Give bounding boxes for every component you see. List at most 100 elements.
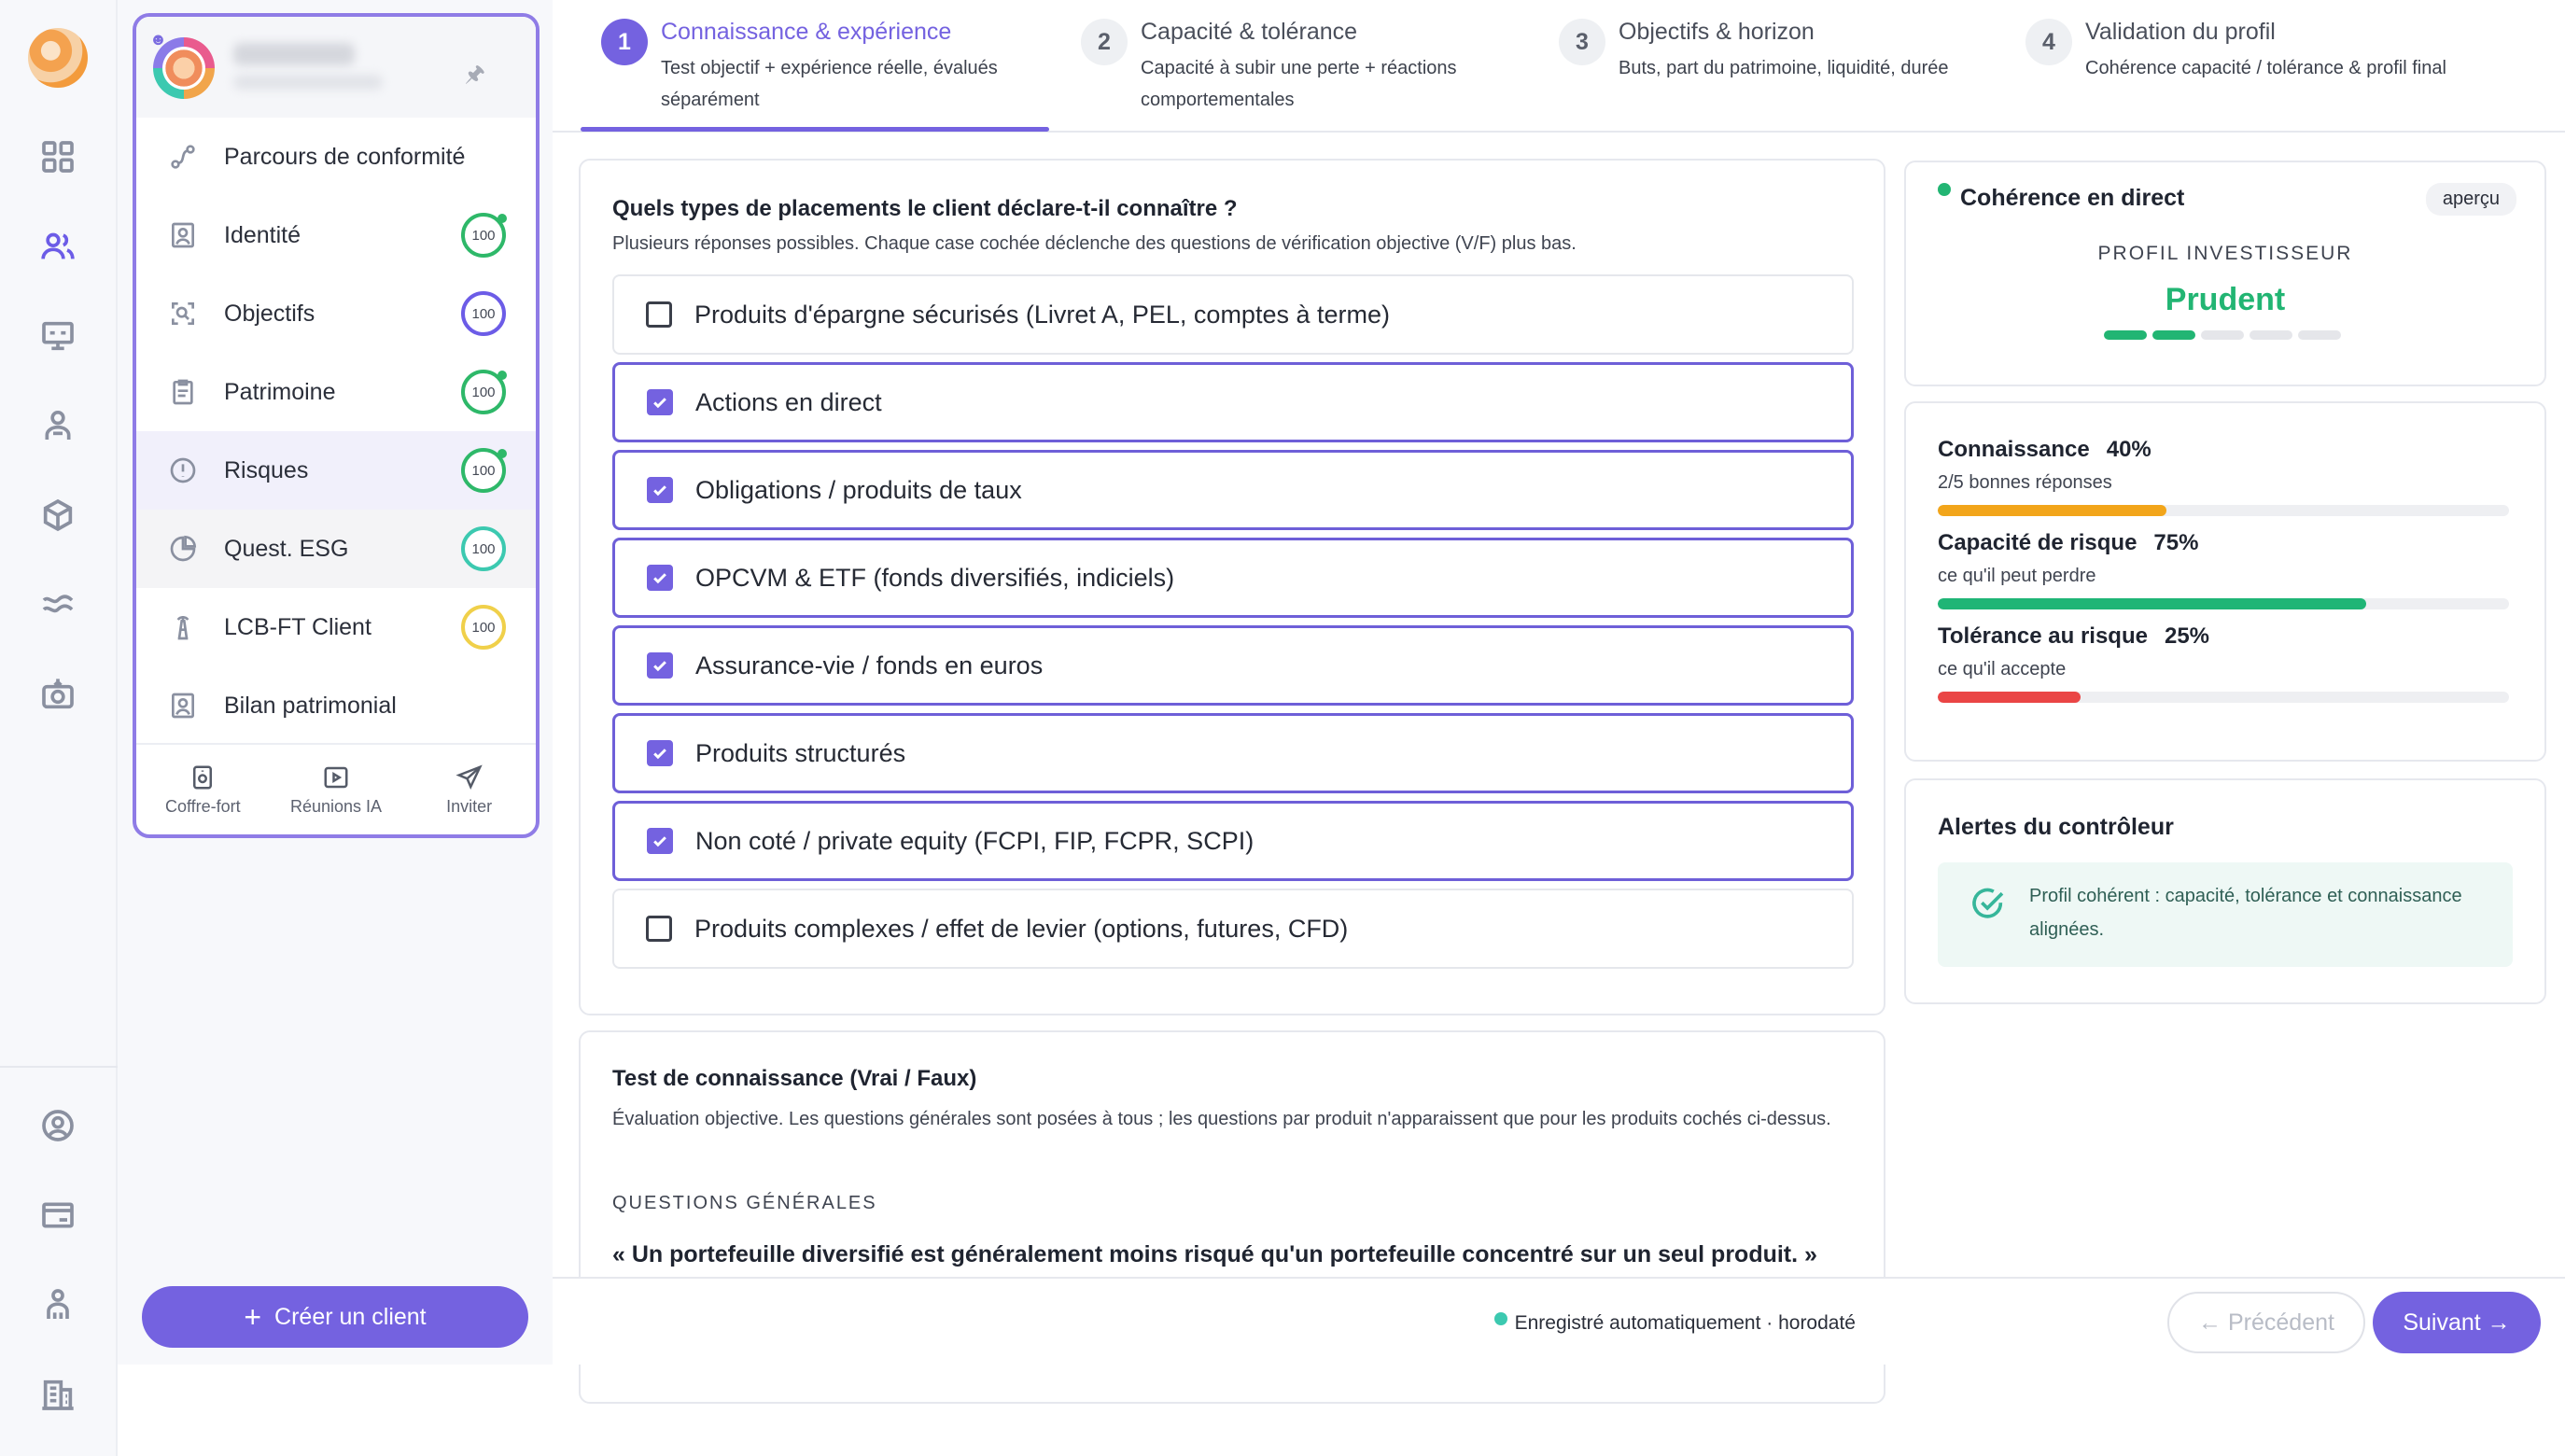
next-button[interactable]: Suivant →: [2373, 1292, 2541, 1353]
coherence-title: Cohérence en direct: [1960, 185, 2185, 211]
step-desc: Buts, part du patrimoine, liquidité, dur…: [1619, 58, 1949, 78]
progress-fill: [1938, 692, 2081, 703]
vault-icon: [193, 765, 213, 789]
presentation-board-icon[interactable]: [35, 314, 80, 358]
metric-risk-tolerance: Tolérance au risque 25% ce qu'il accepte: [1938, 623, 2509, 703]
score-badge: 100: [461, 213, 507, 258]
option-assurance-vie[interactable]: Assurance-vie / fonds en euros: [612, 625, 1854, 706]
client-header[interactable]: ☻ 🖈: [136, 17, 536, 118]
nav-label: Bilan patrimonial: [224, 692, 397, 719]
nav-item-lcbft[interactable]: LCB-FT Client 100: [136, 588, 536, 666]
checkbox[interactable]: [646, 916, 672, 942]
video-play-icon: [324, 766, 348, 788]
score-badge: 100: [461, 526, 506, 571]
rail-divider: [0, 1066, 118, 1068]
level-segment: [2201, 330, 2244, 340]
building-icon[interactable]: [35, 1372, 80, 1417]
account-circle-icon[interactable]: [35, 1103, 80, 1148]
checkbox-checked[interactable]: [647, 740, 673, 766]
camera-import-icon[interactable]: [35, 672, 80, 717]
nav-item-patrimoine[interactable]: Patrimoine 100: [136, 353, 536, 431]
progress-bar: [1938, 505, 2509, 516]
autosave-status: Enregistré automatiquement · horodaté: [1493, 1312, 1856, 1335]
stepper: 1 Connaissance & expérience Test objecti…: [553, 0, 2565, 133]
active-step-indicator: [581, 127, 1049, 132]
advisor-person-icon[interactable]: [35, 403, 80, 448]
profile-level-meter: [2104, 330, 2341, 340]
wave-transfer-icon[interactable]: [35, 582, 80, 627]
nav-label: Risques: [224, 456, 309, 483]
step-title: Validation du profil: [2085, 19, 2276, 45]
nav-label: Objectifs: [224, 300, 315, 327]
nav-item-esg[interactable]: Quest. ESG 100: [136, 510, 536, 588]
box-package-icon[interactable]: [35, 493, 80, 538]
progress-fill: [1938, 598, 2366, 609]
progress-bar: [1938, 598, 2509, 609]
nav-label: Patrimoine: [224, 378, 336, 405]
test-question: « Un portefeuille diversifié est général…: [612, 1241, 1817, 1267]
nav-item-bilan[interactable]: Bilan patrimonial: [136, 666, 536, 745]
checkbox-checked[interactable]: [647, 565, 673, 591]
bottom-action-bar: Enregistré automatiquement · horodaté ← …: [553, 1277, 2565, 1365]
brand-logo[interactable]: [28, 28, 88, 88]
nav-item-risques[interactable]: Risques 100: [136, 431, 536, 510]
meetings-button[interactable]: Réunions IA: [271, 763, 401, 817]
pin-icon[interactable]: 🖈: [465, 58, 485, 96]
checkbox[interactable]: [646, 301, 672, 328]
client-column: ☻ 🖈 Parcours de conformité Identité 100: [118, 0, 553, 1365]
client-name-redacted: [233, 43, 355, 65]
vault-button[interactable]: Coffre-fort: [137, 763, 268, 817]
nav-item-identite[interactable]: Identité 100: [136, 196, 536, 274]
option-epargne[interactable]: Produits d'épargne sécurisés (Livret A, …: [612, 274, 1854, 355]
scores-card: Connaissance 40% 2/5 bonnes réponses Capa…: [1904, 401, 2546, 762]
user-badge-icon: ☻: [149, 30, 167, 49]
level-segment: [2152, 330, 2195, 340]
controller-alerts-card: Alertes du contrôleur Profil cohérent : …: [1904, 778, 2546, 1004]
step-desc: Test objectif + expérience réelle, évalu…: [661, 58, 998, 110]
send-icon: [456, 763, 483, 790]
nav-item-parcours[interactable]: Parcours de conformité: [136, 118, 536, 196]
option-obligations[interactable]: Obligations / produits de taux: [612, 450, 1854, 530]
portrait-icon: [166, 689, 200, 722]
check-icon: [653, 749, 666, 760]
checkbox-checked[interactable]: [647, 389, 673, 415]
previous-button[interactable]: ← Précédent: [2167, 1292, 2365, 1353]
nav-label: Quest. ESG: [224, 535, 349, 562]
check-circle-icon: [1972, 888, 2004, 918]
create-client-button[interactable]: + Créer un client: [142, 1286, 528, 1348]
checkbox-checked[interactable]: [647, 652, 673, 679]
step-desc: Cohérence capacité / tolérance & profil …: [2085, 58, 2446, 78]
clipboard-icon: [166, 375, 200, 409]
score-badge: 100: [461, 370, 507, 414]
option-opcvm[interactable]: OPCVM & ETF (fonds diversifiés, indiciel…: [612, 538, 1854, 618]
score-badge: 100: [461, 291, 506, 336]
option-actions[interactable]: Actions en direct: [612, 362, 1854, 442]
route-icon: [166, 140, 200, 174]
dashboard-grid-icon[interactable]: [35, 134, 80, 179]
option-complexes[interactable]: Produits complexes / effet de levier (op…: [612, 889, 1854, 969]
metric-knowledge: Connaissance 40% 2/5 bonnes réponses: [1938, 437, 2509, 516]
invite-button[interactable]: Inviter: [404, 763, 535, 817]
client-sub-redacted: [233, 75, 383, 90]
option-structures[interactable]: Produits structurés: [612, 713, 1854, 793]
nav-item-objectifs[interactable]: Objectifs 100: [136, 274, 536, 353]
coherence-card: Cohérence en direct aperçu PROFIL INVEST…: [1904, 161, 2546, 386]
alert-circle-icon: [166, 454, 200, 487]
metric-risk-capacity: Capacité de risque 75% ce qu'il peut perd…: [1938, 530, 2509, 609]
tower-icon: [166, 610, 200, 644]
checkbox-checked[interactable]: [647, 477, 673, 503]
step-title: Objectifs & horizon: [1619, 19, 1815, 45]
step-title: Capacité & tolérance: [1141, 19, 1358, 45]
known-products-card: Quels types de placements le client décl…: [579, 159, 1885, 1015]
checkbox-checked[interactable]: [647, 828, 673, 854]
preview-badge: aperçu: [2425, 183, 2516, 216]
option-non-cote[interactable]: Non coté / private equity (FCPI, FIP, FC…: [612, 801, 1854, 881]
score-badge: 100: [461, 605, 506, 650]
nav-label: LCB-FT Client: [224, 613, 371, 640]
clients-users-icon[interactable]: [35, 224, 80, 269]
alerts-title: Alertes du contrôleur: [1938, 814, 2174, 840]
team-person-icon[interactable]: [35, 1282, 80, 1327]
check-icon: [653, 661, 666, 672]
pie-icon: [166, 532, 200, 566]
card-window-icon[interactable]: [35, 1193, 80, 1238]
